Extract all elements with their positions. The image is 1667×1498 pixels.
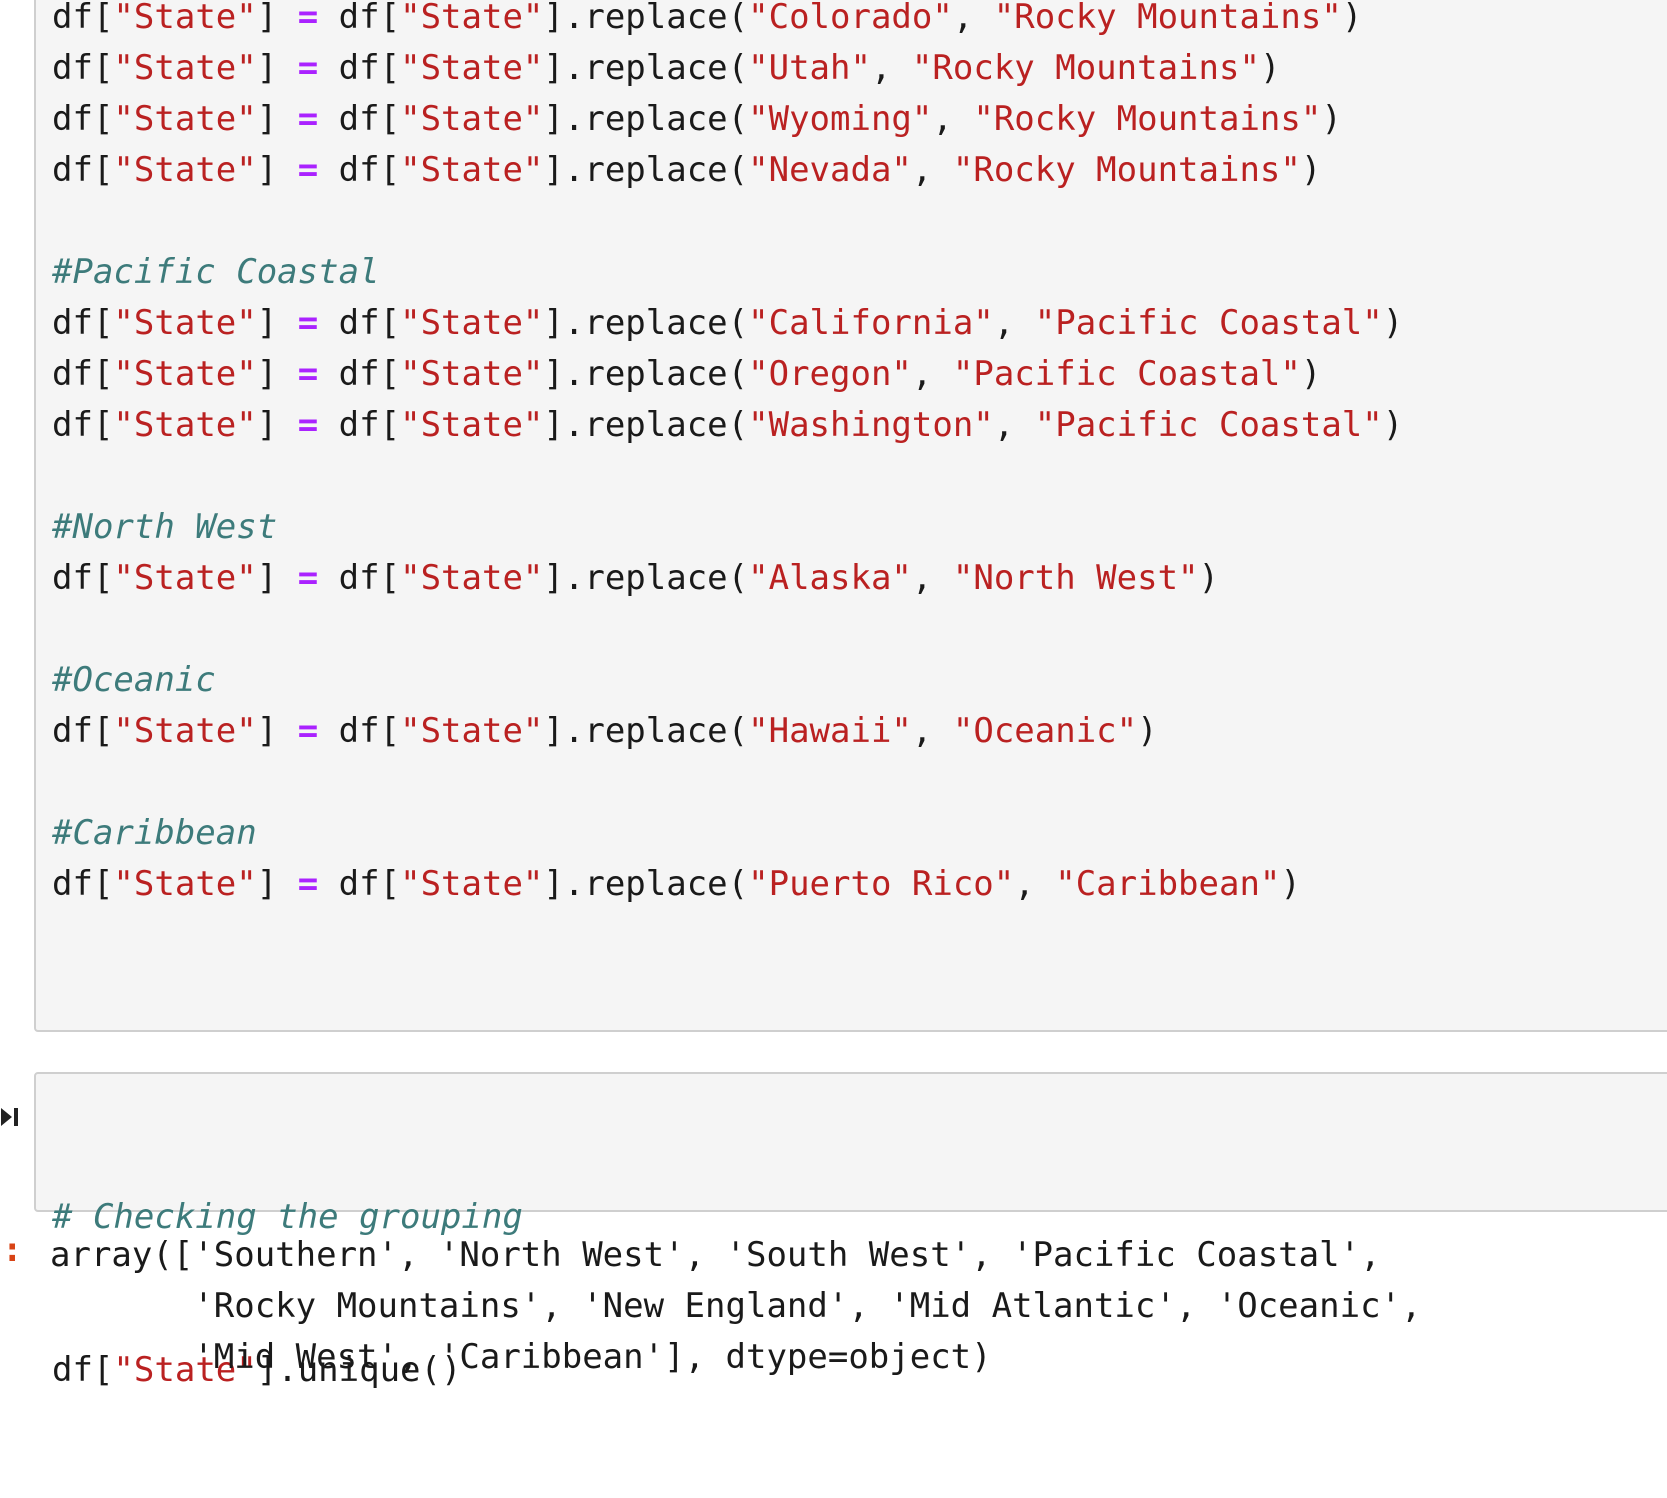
code-comment: #Pacific Coastal: [52, 252, 380, 292]
column-name: State: [420, 354, 523, 394]
column-name: State: [420, 0, 523, 37]
run-cell-icon[interactable]: [0, 1100, 20, 1134]
output-line: 'Mid West', 'Caribbean'], dtype=object): [50, 1337, 992, 1377]
column-name: State: [420, 303, 523, 343]
replace-from-value: Alaska: [768, 558, 892, 598]
code-line: df["State"] = df["State"].replace("Calif…: [52, 303, 1404, 343]
code-line: #North West: [52, 502, 1403, 553]
code-comment: #Oceanic: [52, 660, 216, 700]
replace-from-value: Washington: [768, 405, 974, 445]
column-name: State: [133, 48, 237, 88]
column-name: State: [133, 405, 237, 445]
column-name: State: [420, 48, 523, 88]
code-line: df["State"] = df["State"].replace("Color…: [52, 0, 1403, 43]
code-line: df["State"] = df["State"].replace("Utah"…: [52, 48, 1281, 88]
code-line: df["State"] = df["State"].replace("Nevad…: [52, 150, 1322, 190]
code-line: df["State"] = df["State"].replace("Washi…: [52, 405, 1404, 445]
column-name: State: [420, 150, 523, 190]
replace-to-value: North West: [973, 558, 1179, 598]
code-line: df["State"] = df["State"].replace("Hawai…: [52, 711, 1158, 751]
replace-to-value: Rocky Mountains: [973, 150, 1281, 190]
column-name: State: [133, 354, 237, 394]
output-line: array(['Southern', 'North West', 'South …: [50, 1235, 1381, 1275]
column-name: State: [420, 405, 523, 445]
replace-from-value: Puerto Rico: [768, 864, 994, 904]
replace-from-value: Oregon: [768, 354, 892, 394]
code-line: df["State"] = df["State"].replace("Puert…: [52, 864, 1301, 904]
code-comment: #North West: [52, 507, 278, 547]
code-editor[interactable]: df["State"] = df["State"].replace("Color…: [52, 0, 1403, 910]
code-line: #Pacific Coastal: [52, 247, 1403, 298]
replace-from-value: Wyoming: [768, 99, 912, 139]
replace-to-value: Oceanic: [973, 711, 1117, 751]
replace-to-value: Rocky Mountains: [932, 48, 1240, 88]
column-name: State: [420, 99, 523, 139]
column-name: State: [133, 303, 237, 343]
replace-from-value: California: [768, 303, 974, 343]
replace-to-value: Caribbean: [1075, 864, 1260, 904]
code-comment: #Caribbean: [52, 813, 257, 853]
replace-to-value: Rocky Mountains: [993, 99, 1301, 139]
column-name: State: [420, 864, 523, 904]
column-name: State: [133, 99, 237, 139]
replace-from-value: Hawaii: [768, 711, 892, 751]
column-name: State: [133, 711, 237, 751]
replace-from-value: Utah: [768, 48, 851, 88]
replace-from-value: Colorado: [768, 0, 933, 37]
code-cell-check-grouping[interactable]: # Checking the grouping df["State"].uniq…: [34, 1072, 1667, 1390]
column-name: State: [133, 864, 237, 904]
column-name: State: [420, 711, 523, 751]
code-line: df["State"] = df["State"].replace("Wyomi…: [52, 99, 1342, 139]
replace-from-value: Nevada: [768, 150, 892, 190]
code-cell-region-mapping[interactable]: df["State"] = df["State"].replace("Color…: [34, 0, 1667, 1032]
cell-output: array(['Southern', 'North West', 'South …: [50, 1230, 1421, 1383]
column-name: State: [133, 558, 237, 598]
column-name: State: [133, 0, 237, 37]
code-line: df["State"] = df["State"].replace("Orego…: [52, 354, 1322, 394]
replace-to-value: Pacific Coastal: [1055, 405, 1363, 445]
column-name: State: [133, 150, 237, 190]
column-name: State: [420, 558, 523, 598]
code-line: #Oceanic: [52, 655, 1403, 706]
code-line: #Caribbean: [52, 808, 1403, 859]
replace-to-value: Rocky Mountains: [1014, 0, 1322, 37]
output-line: 'Rocky Mountains', 'New England', 'Mid A…: [50, 1286, 1422, 1326]
code-line: df["State"] = df["State"].replace("Alask…: [52, 558, 1220, 598]
output-prompt: :: [2, 1230, 23, 1270]
replace-to-value: Pacific Coastal: [973, 354, 1281, 394]
replace-to-value: Pacific Coastal: [1055, 303, 1363, 343]
